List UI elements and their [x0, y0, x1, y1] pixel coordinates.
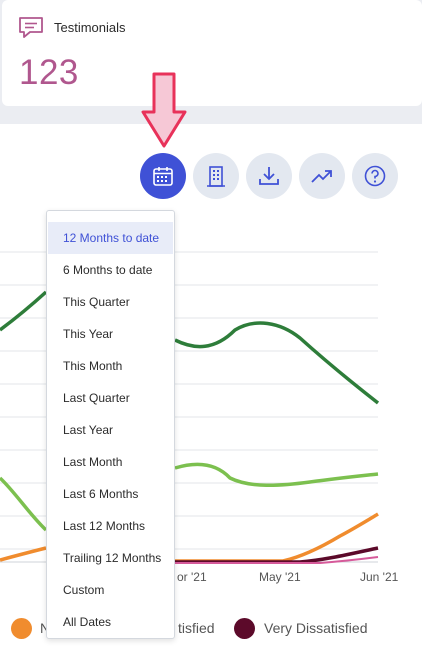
x-tick-may: May '21	[259, 570, 301, 584]
download-icon	[259, 167, 279, 185]
x-tick-apr: or '21	[177, 570, 207, 584]
card-title: Testimonials	[54, 20, 126, 35]
x-tick-jun: Jun '21	[360, 570, 399, 584]
date-option-this-year[interactable]: This Year	[48, 318, 173, 350]
help-icon	[364, 165, 386, 187]
annotation-arrow	[141, 72, 187, 148]
date-option-trailing-12-months[interactable]: Trailing 12 Months	[48, 542, 173, 574]
card-value: 123	[19, 53, 79, 92]
calendar-button[interactable]	[140, 153, 186, 199]
trend-button[interactable]	[299, 153, 345, 199]
testimonials-card: Testimonials 123	[2, 0, 422, 106]
comment-icon	[19, 17, 43, 38]
legend-label-2: tisfied	[178, 620, 215, 636]
date-option-last-month[interactable]: Last Month	[48, 446, 173, 478]
date-option-custom[interactable]: Custom	[48, 574, 173, 606]
date-range-dropdown[interactable]: 12 Months to date 6 Months to date This …	[46, 210, 175, 639]
date-option-last-12-months[interactable]: Last 12 Months	[48, 510, 173, 542]
calendar-icon	[153, 167, 173, 186]
legend-dot-orange	[11, 618, 32, 639]
date-option-12-months-to-date[interactable]: 12 Months to date	[48, 222, 173, 254]
date-option-all-dates[interactable]: All Dates	[48, 606, 173, 638]
download-button[interactable]	[246, 153, 292, 199]
date-option-last-6-months[interactable]: Last 6 Months	[48, 478, 173, 510]
date-option-last-year[interactable]: Last Year	[48, 414, 173, 446]
date-option-6-months-to-date[interactable]: 6 Months to date	[48, 254, 173, 286]
building-icon	[207, 166, 225, 187]
building-button[interactable]	[193, 153, 239, 199]
date-option-this-quarter[interactable]: This Quarter	[48, 286, 173, 318]
legend-label-very-dissatisfied: Very Dissatisfied	[264, 620, 368, 636]
date-option-last-quarter[interactable]: Last Quarter	[48, 382, 173, 414]
legend-dot-very-dissatisfied	[234, 618, 255, 639]
date-option-this-month[interactable]: This Month	[48, 350, 173, 382]
help-button[interactable]	[352, 153, 398, 199]
trend-icon	[311, 170, 332, 183]
